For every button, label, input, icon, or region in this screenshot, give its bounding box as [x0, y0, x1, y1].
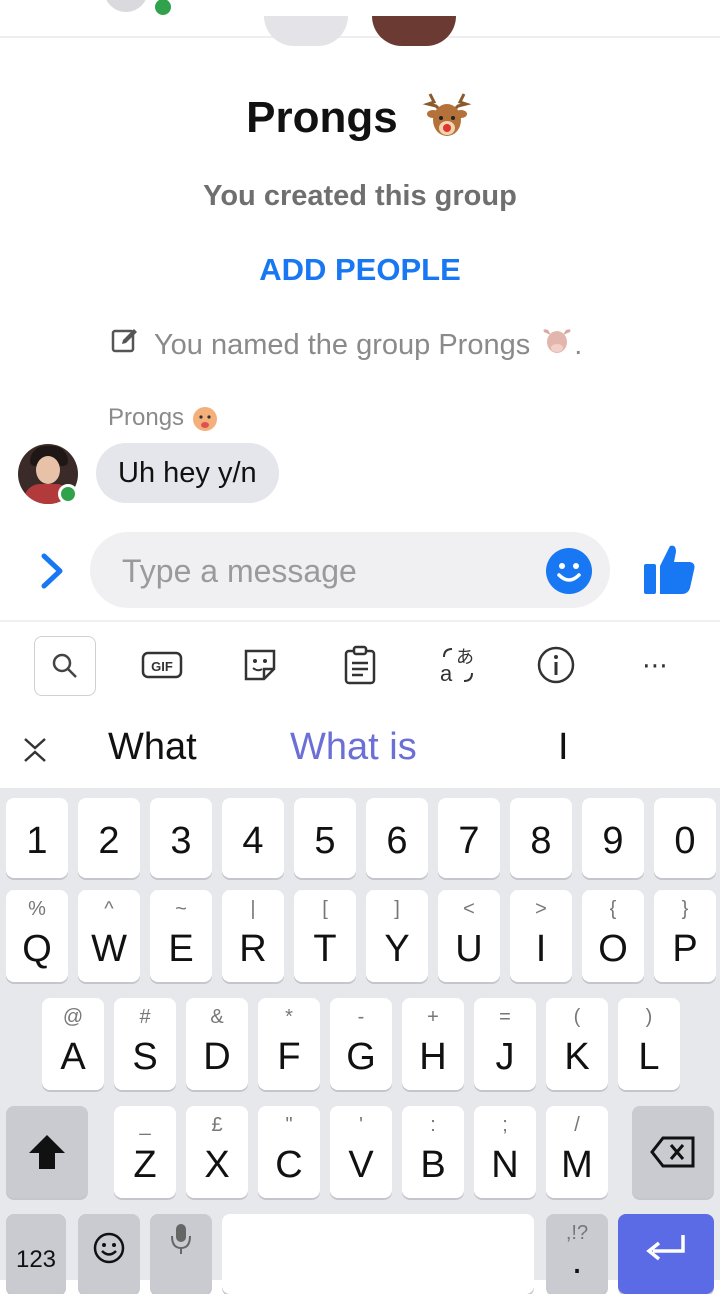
microphone-icon [171, 1224, 191, 1254]
key-o[interactable]: {O [582, 890, 644, 982]
header-avatar[interactable] [104, 0, 148, 12]
key-d[interactable]: & D [186, 998, 248, 1090]
keyboard: 1 2 3 4 5 6 7 8 9 0 % Q ^ W ~ E | R [T ] Y < U… [0, 788, 720, 1294]
key-5[interactable]: 5 [294, 798, 356, 878]
key-2[interactable]: 2 [78, 798, 140, 878]
enter-arrow-icon [646, 1235, 685, 1261]
key-n[interactable]: ; N [474, 1106, 536, 1198]
voice-key[interactable] [150, 1214, 212, 1294]
group-avatar-left [264, 16, 348, 46]
keyboard-search-icon[interactable] [34, 636, 96, 696]
key-z[interactable]: _ Z [114, 1106, 176, 1198]
backspace-key[interactable] [632, 1106, 714, 1198]
key-k[interactable]: (K [546, 998, 608, 1090]
gif-icon[interactable]: GIF [132, 636, 192, 694]
edit-icon [110, 326, 140, 364]
sender-name: Prongs [108, 404, 219, 432]
key-6[interactable]: 6 [366, 798, 428, 878]
key-9[interactable]: 9 [582, 798, 644, 878]
expand-actions-chevron-icon[interactable] [34, 550, 70, 592]
punctuation-key[interactable]: ,!?. [546, 1214, 608, 1294]
key-x[interactable]: £ X [186, 1106, 248, 1198]
key-g[interactable]: -G [330, 998, 392, 1090]
suggestion-2[interactable]: What is [290, 726, 417, 769]
symbols-key[interactable]: 123 [6, 1214, 66, 1294]
translate-icon[interactable]: aあ [428, 636, 488, 694]
key-h[interactable]: + H [402, 998, 464, 1090]
suggestion-bar: What What is I [0, 712, 720, 788]
key-e[interactable]: ~ E [150, 890, 212, 982]
sticker-icon[interactable] [230, 636, 290, 694]
key-8[interactable]: 8 [510, 798, 572, 878]
face-emoji-icon [192, 406, 217, 431]
emoji-icon[interactable] [546, 548, 592, 594]
key-p[interactable]: } P [654, 890, 716, 982]
created-group-notice: You created this group [203, 180, 517, 212]
deer-emoji-icon [420, 88, 474, 153]
key-a[interactable]: @ A [42, 998, 104, 1090]
key-y[interactable]: ] Y [366, 890, 428, 982]
smiley-icon [93, 1232, 125, 1264]
key-4[interactable]: 4 [222, 798, 284, 878]
more-options-icon[interactable]: ⋯ [626, 636, 686, 694]
shift-arrow-icon [29, 1135, 65, 1169]
bull-emoji-icon [540, 326, 574, 364]
key-7[interactable]: 7 [438, 798, 500, 878]
group-named-suffix: . [574, 328, 583, 361]
message-input[interactable] [120, 546, 534, 596]
key-q[interactable]: % Q [6, 890, 68, 982]
info-icon[interactable] [526, 636, 586, 694]
suggestion-3[interactable]: I [558, 726, 569, 769]
group-named-notice: You named the group Prongs . [110, 326, 582, 364]
group-avatar-right [372, 16, 456, 46]
thumbs-up-icon[interactable] [640, 540, 698, 598]
svg-text:あ: あ [456, 647, 474, 668]
group-name: Prongs [246, 93, 398, 143]
shift-key[interactable] [6, 1106, 88, 1198]
enter-key[interactable] [618, 1214, 714, 1294]
message-bubble[interactable]: Uh hey y/n [96, 443, 279, 503]
key-f[interactable]: * F [258, 998, 320, 1090]
group-named-text: You named the group Prongs [154, 328, 531, 361]
add-people-button[interactable]: ADD PEOPLE [0, 252, 720, 288]
key-b[interactable]: :B [402, 1106, 464, 1198]
message-composer [90, 532, 610, 608]
key-i[interactable]: > I [510, 890, 572, 982]
key-u[interactable]: < U [438, 890, 500, 982]
key-w[interactable]: ^ W [78, 890, 140, 982]
sender-online-indicator [58, 484, 78, 504]
collapse-toolbar-icon[interactable] [20, 734, 50, 766]
key-l[interactable]: ) L [618, 998, 680, 1090]
backspace-icon [650, 1136, 695, 1168]
key-t[interactable]: [T [294, 890, 356, 982]
emoji-key[interactable] [78, 1214, 140, 1294]
key-m[interactable]: / M [546, 1106, 608, 1198]
key-s[interactable]: # S [114, 998, 176, 1090]
key-0[interactable]: 0 [654, 798, 716, 878]
svg-text:GIF: GIF [151, 659, 173, 674]
space-key[interactable] [222, 1214, 534, 1294]
online-indicator [152, 0, 174, 18]
key-v[interactable]: ' V [330, 1106, 392, 1198]
svg-text:a: a [440, 661, 453, 685]
key-3[interactable]: 3 [150, 798, 212, 878]
top-bar [0, 0, 720, 38]
keyboard-toolbar: GIF aあ ⋯ [0, 620, 720, 714]
key-r[interactable]: | R [222, 890, 284, 982]
key-1[interactable]: 1 [6, 798, 68, 878]
clipboard-icon[interactable] [330, 636, 390, 694]
key-j[interactable]: = J [474, 998, 536, 1090]
suggestion-1[interactable]: What [108, 726, 197, 769]
sender-label: Prongs [108, 404, 185, 431]
key-c[interactable]: " C [258, 1106, 320, 1198]
group-title: Prongs [0, 88, 720, 153]
